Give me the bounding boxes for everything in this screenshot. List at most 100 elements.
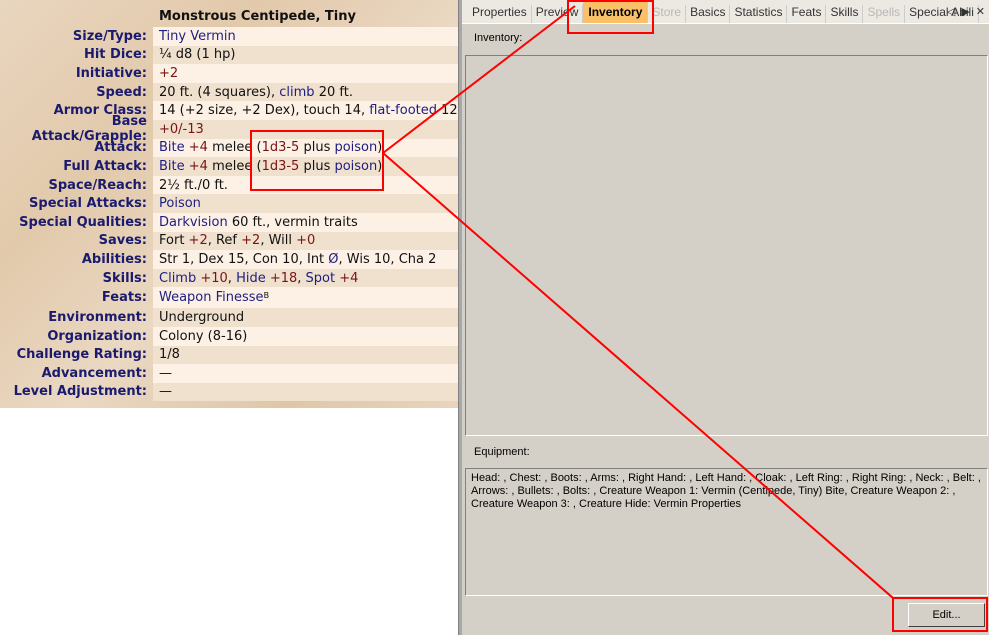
stat-value: 14 (+2 size, +2 Dex), touch 14, flat-foo… [153,101,458,120]
stat-row: Level Adjustment: — [0,382,458,402]
tab-properties[interactable]: Properties [468,5,532,23]
stat-value: Str 1, Dex 15, Con 10, Int Ø, Wis 10, Ch… [153,250,458,269]
stat-number: +2 [188,233,208,249]
stat-label: Advancement: [41,365,147,381]
stat-label: Special Attacks: [29,196,147,212]
stat-text: , [227,270,237,286]
stat-label: Abilities: [81,251,147,267]
equipment-label: Equipment: [474,446,530,458]
stat-link[interactable]: poison [334,159,377,174]
stat-text: , Will [260,233,297,249]
stat-link[interactable]: Hide [236,271,266,286]
stat-row: Organization: Colony (8-16) [0,326,458,346]
tab-skills[interactable]: Skills [826,5,864,23]
stat-text: , Ref [207,233,242,249]
equipment-textarea[interactable]: Head: , Chest: , Boots: , Arms: , Right … [465,468,988,596]
stat-label: Environment: [48,310,147,326]
tab-spells: Spells [863,5,906,23]
stat-row: Attack: Bite +4 melee (1d3-5 plus poison) [0,138,458,158]
tab-inventory[interactable]: Inventory [583,1,649,23]
stat-number: +2 [159,65,179,81]
tab-statistics[interactable]: Statistics [730,5,788,23]
scroll-right-icon[interactable]: ▶ [961,5,969,18]
inventory-panel: Properties Preview Inventory Store Basics Sta… [462,0,989,635]
stat-value: Colony (8-16) [153,326,458,346]
stat-number: +10 [200,270,228,286]
inventory-textarea[interactable] [465,55,988,436]
tab-basics[interactable]: Basics [686,5,731,23]
stat-label: Hit Dice: [83,47,147,63]
stat-value: Tiny Vermin [153,27,458,46]
scroll-left-icon[interactable]: ◁ [947,5,955,18]
stat-row: Abilities: Str 1, Dex 15, Con 10, Int Ø, … [0,250,458,269]
stat-value: Underground [153,308,458,327]
stat-row: Challenge Rating: 1/8 [0,345,458,365]
stat-row: Environment: Underground [0,308,458,327]
stat-text: 2½ ft./0 ft. [159,177,228,193]
stat-text: ¼ d8 (1 hp) [159,47,236,63]
tab-feats[interactable]: Feats [787,5,827,23]
stat-row: Full Attack: Bite +4 melee (1d3-5 plus po… [0,157,458,176]
stat-value: Fort +2, Ref +2, Will +0 [153,231,458,251]
stat-label: Feats: [101,290,147,306]
stat-text: — [159,365,172,381]
stat-number: +18 [269,270,298,286]
stat-link[interactable]: climb [279,85,314,100]
stat-link[interactable]: Poison [159,196,201,211]
stat-link[interactable]: Spot [306,271,336,286]
stat-text: 20 ft. (4 squares), [159,84,280,100]
tab-strip: Properties Preview Inventory Store Basics Sta… [462,0,989,24]
stat-row: Base Attack/Grapple: +0/-13 [0,114,458,144]
stat-link[interactable]: Bite [159,140,185,155]
inventory-label: Inventory: [474,32,523,44]
stat-label: Full Attack: [63,158,147,174]
stat-value: 2½ ft./0 ft. [153,175,458,195]
stat-label: Speed: [96,84,147,100]
stat-link[interactable]: Bite [159,159,185,174]
stat-label: Space/Reach: [48,177,147,193]
stat-value: Bite +4 melee (1d3-5 plus poison) [153,138,458,158]
stat-row: Space/Reach: 2½ ft./0 ft. [0,175,458,195]
close-icon[interactable]: ✕ [976,5,985,18]
edit-button[interactable]: Edit... [908,603,985,627]
creature-title: Monstrous Centipede, Tiny [159,9,356,24]
stat-label: Skills: [102,270,147,286]
stat-text: Str 1, Dex 15, Con 10, Int [159,251,329,267]
stat-value: — [153,364,458,383]
stat-value: Bite +4 melee (1d3-5 plus poison) [153,157,458,176]
stat-row: Skills: Climb +10, Hide +18, Spot +4 [0,268,458,288]
stat-text: Underground [159,310,245,326]
stat-text: ) [377,158,383,174]
stat-label: Saves: [98,233,147,249]
stat-link[interactable]: Climb [159,271,196,286]
stat-link[interactable]: poison [334,140,377,155]
stat-link[interactable]: Weapon Finesse [159,290,264,305]
stat-text: Colony (8-16) [159,328,248,344]
stat-label: Initiative: [75,65,147,81]
stat-row: Feats: Weapon Finesse B [0,287,458,309]
stat-value: Darkvision 60 ft., vermin traits [153,212,458,232]
tab-preview[interactable]: Preview [532,5,584,23]
tab-controls: ◁ ▶ ✕ [947,5,985,18]
stat-link[interactable]: Darkvision [159,215,228,230]
stat-row: Saves: Fort +2, Ref +2, Will +0 [0,231,458,251]
stat-block-panel: Monstrous Centipede, Tiny Size/Type: Tiny… [0,0,458,408]
stat-label: Challenge Rating: [16,347,147,363]
stat-link[interactable]: Ø [328,252,338,267]
stat-row: Special Attacks: Poison [0,194,458,213]
stat-value: Climb +10, Hide +18, Spot +4 [153,268,458,288]
stat-link[interactable]: flat-footed [369,103,437,118]
stat-number: +4 [188,158,208,174]
stat-text: plus [299,140,335,156]
stat-value: +0/-13 [153,119,458,139]
stat-row: Speed: 20 ft. (4 squares), climb 20 ft. [0,82,458,102]
stat-link[interactable]: Tiny Vermin [159,29,236,44]
stat-text: 20 ft. [314,84,353,100]
stat-label: Organization: [47,328,147,344]
stat-text: plus [299,158,335,174]
stat-text: 14 (+2 size, +2 Dex), touch 14, [159,103,370,119]
stat-value: Poison [153,194,458,213]
stat-number: 1d3-5 [261,158,300,174]
stat-rows: Size/Type: Tiny Vermin Hit Dice: ¼ d8 (1 hp… [0,27,458,402]
stat-text: — [159,384,172,400]
